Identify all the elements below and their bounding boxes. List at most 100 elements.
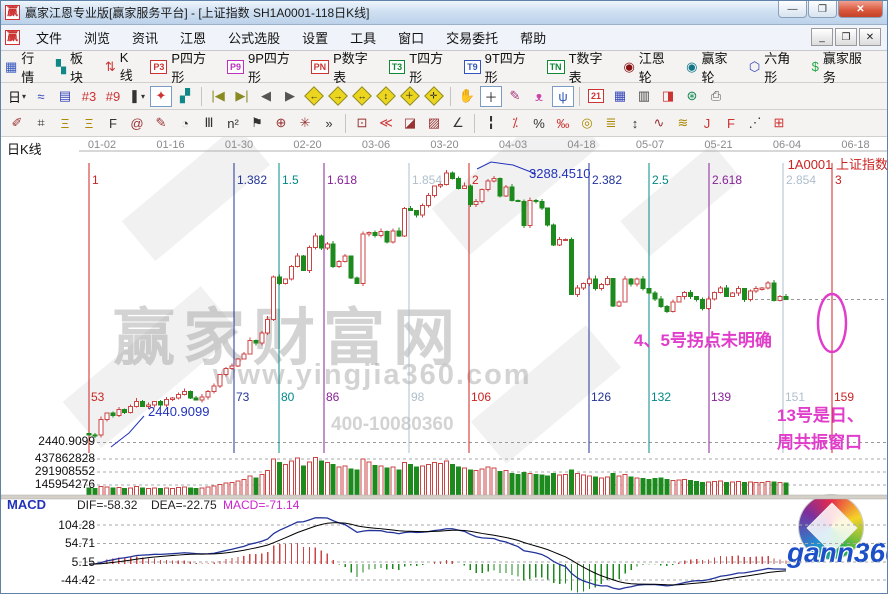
tb-kline-label: K线 bbox=[120, 50, 141, 84]
diamond-right-icon[interactable]: → bbox=[327, 86, 349, 107]
period-day-dropdown[interactable]: 日▾ bbox=[6, 86, 28, 107]
tb-gann-wheel-icon: ◉ bbox=[623, 59, 634, 75]
printer-icon[interactable]: ⎙ bbox=[705, 86, 727, 107]
four-split-icon[interactable]: ⊞ bbox=[768, 113, 790, 134]
maximize-button[interactable]: ❐ bbox=[808, 1, 837, 18]
gold-circle-icon[interactable]: ◎ bbox=[576, 113, 598, 134]
percent-level-icon[interactable]: ‰ bbox=[552, 113, 574, 134]
chart-area[interactable]: 赢家财富网 www.yingjia360.com 400-10080360 日K… bbox=[1, 137, 888, 594]
menu-news[interactable]: 资讯 bbox=[121, 25, 169, 50]
network-icon[interactable]: ⊛ bbox=[681, 86, 703, 107]
info-document-icon[interactable]: ▤ bbox=[54, 86, 76, 107]
j-line-icon[interactable]: J bbox=[696, 113, 718, 134]
tb-t-square-label: T四方形 bbox=[409, 48, 454, 86]
menu-tools[interactable]: 工具 bbox=[339, 25, 387, 50]
notes-icon[interactable]: ▥ bbox=[633, 86, 655, 107]
tb-9t-square[interactable]: T99T四方形 bbox=[464, 48, 536, 86]
minimize-button[interactable]: — bbox=[778, 1, 807, 18]
child-minimize-button[interactable]: _ bbox=[811, 28, 833, 46]
calculator-icon[interactable]: ▦ bbox=[609, 86, 631, 107]
speed-line-icon[interactable]: ⋰ bbox=[744, 113, 766, 134]
child-restore-button[interactable]: ❐ bbox=[835, 28, 857, 46]
angle-lines-icon[interactable]: ∠ bbox=[447, 113, 469, 134]
brush-tool-icon[interactable]: ✐ bbox=[6, 113, 28, 134]
comb-icon[interactable]: Ⅲ bbox=[198, 113, 220, 134]
tb-hexagon[interactable]: ⬡六角形 bbox=[749, 48, 802, 86]
hatch-box-icon[interactable]: ▨ bbox=[423, 113, 445, 134]
tb-p-square-label: P四方形 bbox=[171, 48, 217, 86]
tb-sectors-icon: ▚ bbox=[56, 59, 66, 75]
n-square-icon[interactable]: n² bbox=[222, 113, 244, 134]
tb-p-table[interactable]: PNP数字表 bbox=[311, 48, 379, 86]
diamond-all-icon[interactable]: ✛ bbox=[423, 86, 445, 107]
hand-tool-icon[interactable]: ✋ bbox=[456, 86, 478, 107]
close-button[interactable]: ✕ bbox=[838, 1, 883, 18]
next-bar-icon[interactable]: ▶ bbox=[279, 86, 301, 107]
tb-t-table[interactable]: TNT数字表 bbox=[547, 48, 614, 86]
menu-trade[interactable]: 交易委托 bbox=[435, 25, 509, 50]
gold-split-icon[interactable]: Ξ bbox=[54, 113, 76, 134]
tb-kline[interactable]: ⇅K线 bbox=[105, 50, 140, 84]
tb-t-square[interactable]: T3T四方形 bbox=[389, 48, 454, 86]
menu-help[interactable]: 帮助 bbox=[509, 25, 557, 50]
wave-icon[interactable]: ∿ bbox=[648, 113, 670, 134]
zigzag-icon[interactable]: ≈ bbox=[30, 86, 52, 107]
price-bars-icon[interactable]: ╏ bbox=[480, 113, 502, 134]
starburst-icon[interactable]: ✳ bbox=[294, 113, 316, 134]
histogram-icon[interactable]: ▞ bbox=[174, 86, 196, 107]
fan-box-icon[interactable]: ◪ bbox=[399, 113, 421, 134]
save-icon[interactable]: ◨ bbox=[657, 86, 679, 107]
diamond-vspan-icon[interactable]: ↕ bbox=[375, 86, 397, 107]
grid-box-icon[interactable]: ⊡ bbox=[351, 113, 373, 134]
gold-split2-icon[interactable]: Ξ bbox=[78, 113, 100, 134]
tb-quotes[interactable]: ▦行情 bbox=[5, 48, 46, 86]
time-circle-icon[interactable]: ◔ bbox=[174, 113, 196, 134]
bars-9-icon[interactable]: #9 bbox=[102, 86, 124, 107]
crosshair-tool-icon[interactable]: ＋ bbox=[480, 86, 502, 107]
tb-gann-wheel[interactable]: ◉江恩轮 bbox=[623, 48, 676, 86]
target-icon[interactable]: ⊕ bbox=[270, 113, 292, 134]
more-tools-chevron[interactable]: » bbox=[318, 113, 340, 134]
tb-service[interactable]: $赢家服务 bbox=[812, 48, 873, 86]
tb-9p-square-label: 9P四方形 bbox=[248, 48, 301, 86]
last-bar-icon[interactable]: ▶| bbox=[231, 86, 253, 107]
gold-channel-icon[interactable]: ≋ bbox=[672, 113, 694, 134]
menu-formula-stockpick[interactable]: 公式选股 bbox=[217, 25, 291, 50]
gann-tool-icon[interactable]: ✦ bbox=[150, 86, 172, 107]
tb-sectors[interactable]: ▚板块 bbox=[56, 48, 95, 86]
tb-winner-wheel[interactable]: ◉赢家轮 bbox=[686, 48, 739, 86]
title-bar[interactable]: 赢 赢家江恩专业版[赢家服务平台] - [上证指数 SH1A0001-118日K… bbox=[1, 1, 887, 25]
candle-marker-icon[interactable]: ↕ bbox=[624, 113, 646, 134]
percent-icon[interactable]: % bbox=[528, 113, 550, 134]
diamond-cross-icon[interactable]: ＋ bbox=[399, 86, 421, 107]
tb-9p-square[interactable]: P99P四方形 bbox=[227, 48, 301, 86]
pig-icon[interactable]: ᴥ bbox=[528, 86, 550, 107]
brain-icon[interactable]: ψ bbox=[552, 86, 574, 107]
prev-bar-icon[interactable]: ◀ bbox=[255, 86, 277, 107]
fan-lines-icon[interactable]: ≪ bbox=[375, 113, 397, 134]
percent-line-icon[interactable]: ⁒ bbox=[504, 113, 526, 134]
bars-3-icon[interactable]: #3 bbox=[78, 86, 100, 107]
menu-window[interactable]: 窗口 bbox=[387, 25, 435, 50]
fibonacci-icon[interactable]: F bbox=[102, 113, 124, 134]
spiral-icon[interactable]: @ bbox=[126, 113, 148, 134]
diamond-left-icon[interactable]: ← bbox=[303, 86, 325, 107]
candle-type-dropdown[interactable]: ❚▾ bbox=[126, 86, 148, 107]
menu-settings[interactable]: 设置 bbox=[291, 25, 339, 50]
gann-grid-icon[interactable]: ⌗ bbox=[30, 113, 52, 134]
f-line-icon[interactable]: F bbox=[720, 113, 742, 134]
diamond-hspan-icon[interactable]: ↔ bbox=[351, 86, 373, 107]
menu-browse[interactable]: 浏览 bbox=[73, 25, 121, 50]
menu-gann[interactable]: 江恩 bbox=[169, 25, 217, 50]
first-bar-icon[interactable]: |◀ bbox=[207, 86, 229, 107]
calendar-icon[interactable]: 21 bbox=[585, 86, 607, 107]
annotate-tool-icon[interactable]: ✎ bbox=[504, 86, 526, 107]
gold-lines-icon[interactable]: ≣ bbox=[600, 113, 622, 134]
child-close-button[interactable]: ✕ bbox=[859, 28, 881, 46]
pen-ruler-icon[interactable]: ✎ bbox=[150, 113, 172, 134]
app-logo-icon: 赢 bbox=[5, 30, 20, 45]
tb-p-square[interactable]: P3P四方形 bbox=[150, 48, 217, 86]
flag-angle-icon[interactable]: ⚑ bbox=[246, 113, 268, 134]
menu-file[interactable]: 文件 bbox=[25, 25, 73, 50]
kline-chart-svg[interactable] bbox=[1, 137, 888, 594]
